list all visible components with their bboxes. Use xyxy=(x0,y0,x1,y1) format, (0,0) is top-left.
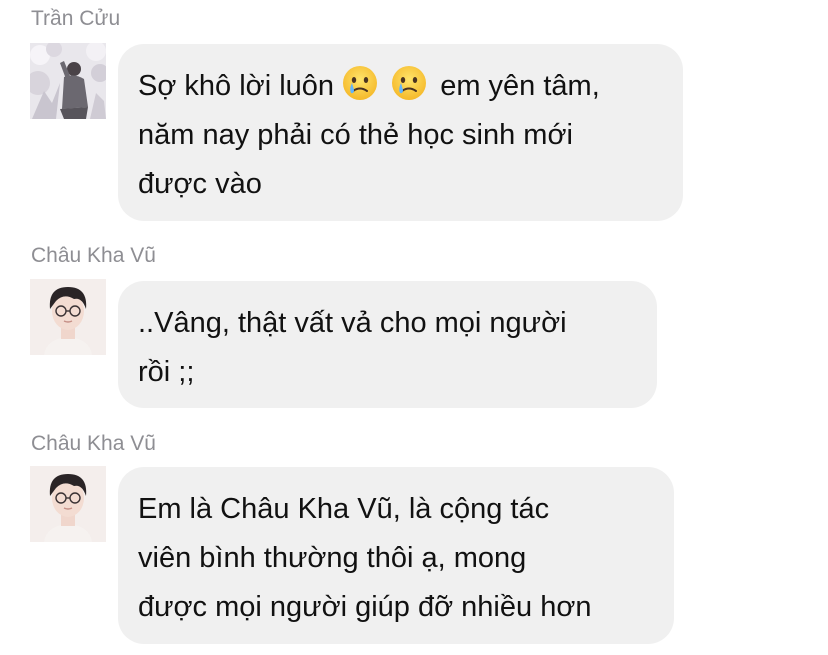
message-bubble[interactable]: Sợ khô lời luôn em yên tâm, năm nay phải… xyxy=(118,44,683,221)
message-line: rồi ;; xyxy=(138,356,195,388)
message-bubble[interactable]: Em là Châu Kha Vũ, là cộng tác viên bình… xyxy=(118,467,674,644)
message-bubble[interactable]: ..Vâng, thật vất vả cho mọi người rồi ;; xyxy=(118,281,657,408)
message-line: viên bình thường thôi ạ, mong xyxy=(138,542,527,574)
avatar[interactable] xyxy=(30,43,106,119)
message-line: Sợ khô lời luôn em yên tâm, xyxy=(138,62,663,111)
crying-face-emoji-icon xyxy=(342,65,378,101)
sender-name: Châu Kha Vũ xyxy=(31,244,156,267)
message-line: năm nay phải có thẻ học sinh mới xyxy=(138,119,573,151)
sender-name: Châu Kha Vũ xyxy=(31,432,156,455)
sender-name: Trần Cửu xyxy=(31,7,121,30)
message-line: Em là Châu Kha Vũ, là cộng tác xyxy=(138,493,550,525)
message-line: được mọi người giúp đỡ nhiều hơn xyxy=(138,591,592,623)
message-text: Sợ khô lời luôn xyxy=(138,70,343,102)
avatar[interactable] xyxy=(30,279,106,355)
person-photographing-blossoms-avatar-icon xyxy=(30,43,106,119)
message-line: ..Vâng, thật vất vả cho mọi người xyxy=(138,307,567,339)
message-line: được vào xyxy=(138,168,262,200)
avatar[interactable] xyxy=(30,466,106,542)
young-man-with-glasses-avatar-icon xyxy=(30,279,106,355)
crying-face-emoji-icon xyxy=(391,65,427,101)
message-text: em yên tâm, xyxy=(440,70,600,102)
young-man-with-glasses-avatar-icon xyxy=(30,466,106,542)
